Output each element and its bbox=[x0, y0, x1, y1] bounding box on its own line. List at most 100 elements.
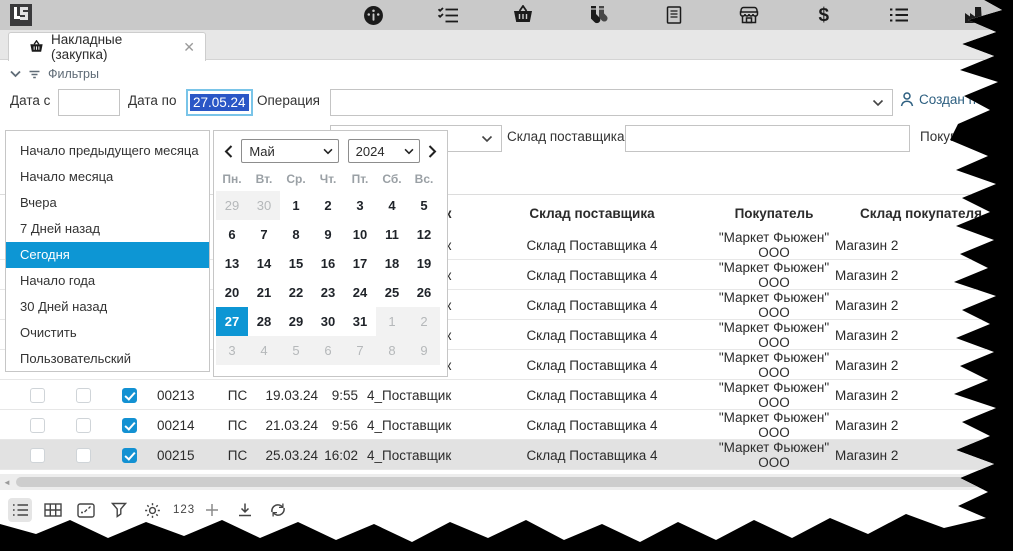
calendar-day[interactable]: 22 bbox=[280, 278, 312, 307]
app-logo-icon[interactable] bbox=[9, 3, 33, 27]
preset-item[interactable]: 7 Дней назад bbox=[6, 216, 209, 242]
calendar-day[interactable]: 31 bbox=[344, 307, 376, 336]
row-checkbox[interactable] bbox=[122, 418, 137, 433]
calendar-day[interactable]: 21 bbox=[248, 278, 280, 307]
socks-icon[interactable] bbox=[587, 4, 609, 26]
year-select[interactable]: 2024 bbox=[348, 139, 420, 163]
row-checkbox[interactable] bbox=[122, 448, 137, 463]
preset-item[interactable]: Пользовательский bbox=[6, 346, 209, 372]
calendar-day[interactable]: 1 bbox=[280, 191, 312, 220]
checklist-icon[interactable] bbox=[437, 4, 459, 26]
list-view-icon[interactable] bbox=[8, 498, 32, 522]
preset-item[interactable]: Начало предыдущего месяца bbox=[6, 138, 209, 164]
factory-icon[interactable] bbox=[963, 4, 985, 26]
month-select[interactable]: Май bbox=[241, 139, 339, 163]
row-checkbox[interactable] bbox=[122, 388, 137, 403]
calendar-day[interactable]: 17 bbox=[344, 249, 376, 278]
download-icon[interactable] bbox=[233, 498, 257, 522]
storefront-icon[interactable] bbox=[738, 4, 760, 26]
collapse-chevron-icon[interactable] bbox=[10, 70, 21, 78]
calendar-day[interactable]: 6 bbox=[312, 336, 344, 365]
calendar-day[interactable]: 9 bbox=[408, 336, 440, 365]
row-checkbox[interactable] bbox=[30, 418, 45, 433]
date-from-label: Дата с bbox=[10, 93, 50, 108]
calendar-day[interactable]: 30 bbox=[312, 307, 344, 336]
row-checkbox[interactable] bbox=[76, 448, 91, 463]
calendar-day[interactable]: 29 bbox=[280, 307, 312, 336]
calendar-day[interactable]: 23 bbox=[312, 278, 344, 307]
calendar-day[interactable]: 4 bbox=[376, 191, 408, 220]
preset-item[interactable]: Начало месяца bbox=[6, 164, 209, 190]
calendar-day[interactable]: 25 bbox=[376, 278, 408, 307]
supplier-warehouse-input[interactable] bbox=[625, 125, 910, 152]
add-icon[interactable] bbox=[200, 498, 224, 522]
calendar-day[interactable]: 24 bbox=[344, 278, 376, 307]
row-checkbox[interactable] bbox=[76, 418, 91, 433]
preset-item[interactable]: Сегодня bbox=[6, 242, 209, 268]
table-row[interactable]: 00213ПС19.03.249:554_ПоставщикСклад Пост… bbox=[0, 380, 1013, 410]
calendar-day[interactable]: 5 bbox=[408, 191, 440, 220]
calendar-day[interactable]: 8 bbox=[376, 336, 408, 365]
calendar-day[interactable]: 7 bbox=[344, 336, 376, 365]
calendar-day[interactable]: 29 bbox=[216, 191, 248, 220]
refresh-icon[interactable] bbox=[266, 498, 290, 522]
calendar-day[interactable]: 20 bbox=[216, 278, 248, 307]
calendar-day[interactable]: 1 bbox=[376, 307, 408, 336]
filter-icon[interactable] bbox=[107, 498, 131, 522]
calendar-day[interactable]: 9 bbox=[312, 220, 344, 249]
scrollbar-thumb[interactable] bbox=[16, 477, 991, 487]
cell-buyer-warehouse: Магазин 2 bbox=[831, 238, 1011, 253]
preset-item[interactable]: Вчера bbox=[6, 190, 209, 216]
calendar-day[interactable]: 6 bbox=[216, 220, 248, 249]
row-checkbox[interactable] bbox=[76, 388, 91, 403]
scroll-left-icon[interactable]: ◄ bbox=[3, 478, 11, 487]
calendar-day[interactable]: 13 bbox=[216, 249, 248, 278]
tab-close-icon[interactable]: ✕ bbox=[183, 39, 195, 56]
calendar-day[interactable]: 2 bbox=[408, 307, 440, 336]
calendar-day[interactable]: 15 bbox=[280, 249, 312, 278]
calendar-day[interactable]: 3 bbox=[216, 336, 248, 365]
table-row[interactable]: 00214ПС21.03.249:564_ПоставщикСклад Пост… bbox=[0, 410, 1013, 440]
cell-time: 9:56 bbox=[322, 418, 362, 433]
calendar-day[interactable]: 14 bbox=[248, 249, 280, 278]
calendar-day[interactable]: 2 bbox=[312, 191, 344, 220]
operation-select[interactable] bbox=[330, 89, 893, 116]
cell-buyer-warehouse: Магазин 2 bbox=[831, 328, 1011, 343]
next-month-icon[interactable] bbox=[428, 145, 437, 158]
basket-icon[interactable] bbox=[512, 4, 534, 26]
table-row[interactable]: 00215ПС25.03.2416:024_ПоставщикСклад Пос… bbox=[0, 440, 1013, 470]
row-checkbox[interactable] bbox=[30, 388, 45, 403]
tab-invoices-purchase[interactable]: Накладные (закупка) ✕ bbox=[8, 32, 206, 61]
prev-month-icon[interactable] bbox=[224, 145, 233, 158]
calendar-day[interactable]: 3 bbox=[344, 191, 376, 220]
cell-time: 16:02 bbox=[322, 448, 362, 463]
dashboard-gauge-icon[interactable] bbox=[362, 4, 384, 26]
created-by-filter[interactable]: Создан по bbox=[900, 92, 983, 107]
calendar-day[interactable]: 8 bbox=[280, 220, 312, 249]
calendar-day[interactable]: 27 bbox=[216, 307, 248, 336]
dollar-icon[interactable]: $ bbox=[813, 4, 835, 26]
calendar-day[interactable]: 4 bbox=[248, 336, 280, 365]
preset-item[interactable]: 30 Дней назад bbox=[6, 294, 209, 320]
date-to-input[interactable]: 27.05.24 bbox=[186, 89, 253, 116]
calendar-day[interactable]: 5 bbox=[280, 336, 312, 365]
calendar-day[interactable]: 16 bbox=[312, 249, 344, 278]
table-view-icon[interactable] bbox=[41, 498, 65, 522]
calendar-day[interactable]: 10 bbox=[344, 220, 376, 249]
calendar-day[interactable]: 26 bbox=[408, 278, 440, 307]
calendar-day[interactable]: 11 bbox=[376, 220, 408, 249]
date-from-input[interactable] bbox=[58, 89, 120, 116]
receipt-icon[interactable] bbox=[663, 4, 685, 26]
calendar-day[interactable]: 7 bbox=[248, 220, 280, 249]
calendar-day[interactable]: 12 bbox=[408, 220, 440, 249]
preset-item[interactable]: Начало года bbox=[6, 268, 209, 294]
card-view-icon[interactable] bbox=[74, 498, 98, 522]
calendar-day[interactable]: 30 bbox=[248, 191, 280, 220]
preset-item[interactable]: Очистить bbox=[6, 320, 209, 346]
row-checkbox[interactable] bbox=[30, 448, 45, 463]
calendar-day[interactable]: 18 bbox=[376, 249, 408, 278]
list-icon[interactable] bbox=[888, 4, 910, 26]
calendar-day[interactable]: 19 bbox=[408, 249, 440, 278]
settings-gear-icon[interactable] bbox=[140, 498, 164, 522]
calendar-day[interactable]: 28 bbox=[248, 307, 280, 336]
